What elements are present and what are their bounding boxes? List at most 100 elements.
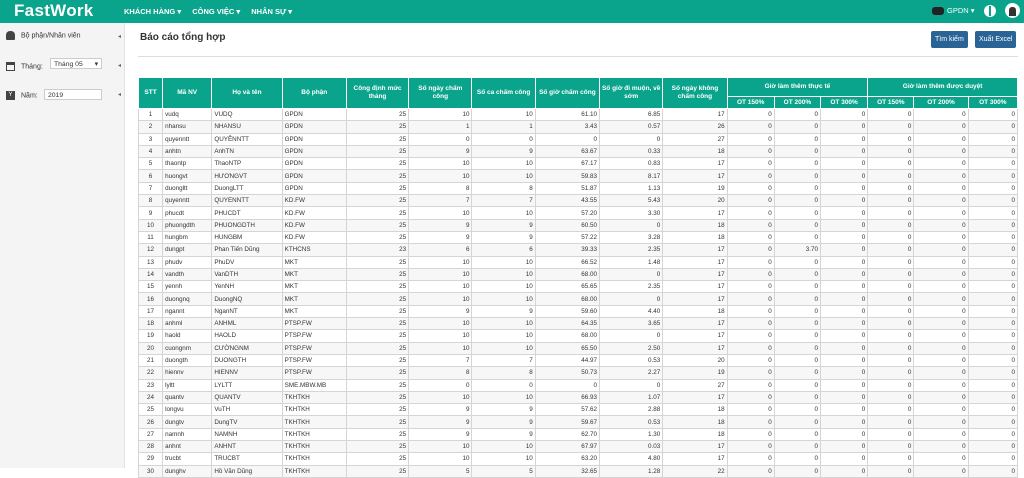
cell-ot300-actual: 0	[819, 341, 869, 355]
globe-icon[interactable]	[984, 5, 996, 17]
table-row[interactable]: 6 huongvt HƯƠNGVT GPDN 25 10 10 59.83 8.17 17 0 0 0 0…	[137, 169, 1019, 183]
collapse-handle-icon[interactable]: ◂	[118, 91, 123, 99]
table-row[interactable]: 8 quyenntt QUYENNTT KD.FW 25 7 7 43.55 5.43 20 0 0 0…	[137, 194, 1019, 208]
cell-late-early-hours: 0.83	[599, 157, 664, 171]
cell-ot150-approved: 0	[867, 415, 915, 429]
cell-employee-code: duongltt	[162, 181, 213, 196]
cell-ot150-actual: 0	[726, 353, 775, 368]
col-header-full-name[interactable]: Họ và tên	[211, 77, 283, 109]
col-header-ot300-actual[interactable]: OT 300%	[819, 96, 869, 109]
employee-filter[interactable]: Bộ phận/Nhân viên	[6, 31, 81, 40]
nav-hr[interactable]: NHÂN SỰ ▾	[251, 7, 292, 16]
table-row[interactable]: 21 duongth DUONGTH PTSP.FW 25 7 7 44.97 0.53 20 0 0…	[137, 353, 1019, 368]
app-logo[interactable]: FastWork	[14, 1, 94, 21]
cell-attendance-days: 10	[408, 255, 473, 269]
cell-standard-days: 25	[345, 366, 410, 380]
table-row[interactable]: 2 nhansu NHANSU GPDN 25 1 1 3.43 0.57 26 0 0 0 0 0 0	[137, 120, 1019, 134]
collapse-handle-icon[interactable]: ◂	[118, 62, 123, 70]
table-row[interactable]: 15 yennh YenNH MKT 25 10 10 65.65 2.35 17 0 0 0 0 0 0	[137, 280, 1019, 294]
table-row[interactable]: 23 lyltt LYLTT SME.MBW.MB 25 0 0 0 0 27 0 0 0 0 0 0	[137, 378, 1019, 392]
cell-attendance-days: 9	[408, 230, 473, 245]
cell-attendance-days: 10	[408, 206, 473, 220]
month-select[interactable]: Tháng 05 ▾	[50, 58, 102, 69]
cell-full-name: VUDQ	[211, 107, 283, 122]
col-header-attendance-days[interactable]: Số ngày chấm công	[408, 77, 473, 109]
cell-employee-code: dunghv	[162, 464, 213, 478]
search-button[interactable]: Tìm kiếm	[931, 31, 968, 48]
table-row[interactable]: 27 namnh NAMNH TKHTKH 25 9 9 62.70 1.30 18 0 0 0 0 0 0	[137, 427, 1019, 442]
cell-ot150-actual: 0	[726, 292, 775, 306]
cell-ot300-actual: 0	[819, 329, 869, 343]
cell-attendance-days: 9	[408, 415, 473, 429]
table-row[interactable]: 13 phudv PhuDV MKT 25 10 10 66.52 1.48 17 0 0 0 0 0 0	[137, 255, 1019, 269]
cell-attendance-hours: 59.83	[534, 169, 601, 183]
cell-ot300-approved: 0	[967, 304, 1019, 319]
table-row[interactable]: 4 anhtn AnhTN GPDN 25 9 9 63.67 0.33 18 0 0 0 0 0 0	[137, 144, 1019, 159]
collapse-handle-icon[interactable]: ◂	[118, 33, 123, 41]
col-header-ot200-approved[interactable]: OT 200%	[913, 96, 969, 109]
cell-ot150-approved: 0	[867, 329, 915, 343]
cell-attendance-hours: 44.97	[534, 353, 601, 368]
nav-tasks[interactable]: CÔNG VIỆC ▾	[192, 7, 240, 16]
table-row[interactable]: 26 dungtv DungTV TKHTKH 25 9 9 59.67 0.53 18 0 0 0 0 0…	[137, 415, 1019, 429]
table-row[interactable]: 16 duongnq DuongNQ MKT 25 10 10 68.00 0 17 0 0 0 0 0 0	[137, 292, 1019, 306]
table-row[interactable]: 17 ngannt NganNT MKT 25 9 9 59.60 4.40 18 0 0 0 0 0 0	[137, 304, 1019, 319]
nav-customers[interactable]: KHÁCH HÀNG ▾	[124, 7, 181, 16]
table-row[interactable]: 24 quantv QUANTV TKHTKH 25 10 10 66.93 1.07 17 0 0 0…	[137, 390, 1019, 405]
col-header-ot150-approved[interactable]: OT 150%	[867, 96, 915, 109]
table-row[interactable]: 18 anhml ANHML PTSP.FW 25 10 10 64.35 3.65 17 0 0 0 0…	[137, 317, 1019, 331]
cell-ot200-actual: 0	[773, 181, 822, 196]
cell-ot300-approved: 0	[967, 181, 1019, 196]
year-input[interactable]: 2019	[44, 89, 102, 100]
col-header-attendance-hours[interactable]: Số giờ chấm công	[534, 77, 601, 109]
export-excel-button[interactable]: Xuất Excel	[975, 31, 1017, 48]
col-header-ot200-actual[interactable]: OT 200%	[773, 96, 822, 109]
col-header-attendance-shifts[interactable]: Số ca chấm công	[471, 77, 536, 109]
col-header-employee-code[interactable]: Mã NV	[162, 77, 213, 109]
table-row[interactable]: 3 quyenntt QUYÊNNTT GPDN 25 0 0 0 0 27 0 0 0 0 0 0	[137, 132, 1019, 146]
table-row[interactable]: 9 phucdt PHUCDT KD.FW 25 10 10 57.20 3.30 17 0 0 0 0 0…	[137, 206, 1019, 220]
cell-ot200-actual: 0	[773, 390, 822, 405]
table-row[interactable]: 5 thaontp ThaoNTP GPDN 25 10 10 67.17 0.83 17 0 0 0 0…	[137, 157, 1019, 171]
user-name: GPDN ▾	[947, 6, 975, 15]
table-row[interactable]: 20 cuongnm CƯỜNGNM PTSP.FW 25 10 10 65.50 2.50 17…	[137, 341, 1019, 355]
table-row[interactable]: 12 dungpt Phan Tiến Dũng KTHCNS 23 6 6 39.33 2.3…	[137, 243, 1019, 257]
table-row[interactable]: 10 phuongdth PHUONGDTH KD.FW 25 9 9 60.50 0 18 0 0 0…	[137, 218, 1019, 232]
cell-attendance-hours: 66.93	[534, 390, 601, 405]
cell-ot200-actual: 0	[773, 292, 822, 306]
cell-ot200-approved: 0	[913, 280, 969, 294]
cell-ot150-actual: 0	[726, 120, 775, 134]
table-row[interactable]: 11 hungbm HUNGBM KD.FW 25 9 9 57.22 3.28 18 0 0 0 0 0 0	[137, 230, 1019, 245]
table-row[interactable]: 19 haold HAOLD PTSP.FW 25 10 10 68.00 0 17 0 0 0 0 0 0	[137, 329, 1019, 343]
cell-attendance-shifts: 10	[471, 267, 536, 282]
cell-ot300-approved: 0	[967, 144, 1019, 159]
cell-stt: 3	[137, 132, 164, 146]
cell-late-early-hours: 8.17	[599, 169, 664, 183]
table-row[interactable]: 28 anhnt ANHNT TKHTKH 25 10 10 67.97 0.03 17 0 0 0 0 0…	[137, 440, 1019, 454]
cell-ot300-actual: 0	[819, 415, 869, 429]
cell-standard-days: 25	[345, 107, 410, 122]
cell-employee-code: trucbt	[162, 452, 213, 466]
table-row[interactable]: 1 vudq VUDQ GPDN 25 10 10 61.10 6.85 17 0 0 0 0 0 0	[137, 107, 1019, 122]
cell-missing-days: 17	[662, 157, 728, 171]
table-row[interactable]: 7 duongltt DuongLTT GPDN 25 8 8 51.87 1.13 19 0 0 0 0…	[137, 181, 1019, 196]
col-header-stt[interactable]: STT	[137, 77, 164, 109]
avatar[interactable]	[1005, 3, 1020, 18]
table-row[interactable]: 14 vandth VanDTH MKT 25 10 10 68.00 0 17 0 0 0 0 0 0	[137, 267, 1019, 282]
cell-ot200-approved: 0	[913, 390, 969, 405]
table-row[interactable]: 22 hiennv HIENNV PTSP.FW 25 8 8 50.73 2.27 19 0 0 0 0…	[137, 366, 1019, 380]
col-header-ot300-approved[interactable]: OT 300%	[967, 96, 1019, 109]
table-row[interactable]: 29 trucbt TRUCBT TKHTKH 25 10 10 63.20 4.80 17 0 0 0…	[137, 452, 1019, 466]
col-header-late-early-hours[interactable]: Số giờ đi muộn, về sớm	[599, 77, 664, 109]
table-row[interactable]: 30 dunghv Hồ Văn Dũng TKHTKH 25 5 5 32.65 1.28 22…	[137, 464, 1019, 478]
cell-late-early-hours: 1.28	[599, 464, 664, 478]
user-menu[interactable]: GPDN ▾	[932, 6, 975, 16]
cell-ot300-actual: 0	[819, 169, 869, 183]
cell-attendance-hours: 68.00	[534, 267, 601, 282]
table-row[interactable]: 25 longvu VuTH TKHTKH 25 9 9 57.62 2.88 18 0 0 0 0 0 0	[137, 403, 1019, 417]
col-header-missing-days[interactable]: Số ngày không chấm công	[662, 77, 728, 109]
col-header-standard-days[interactable]: Công định mức tháng	[345, 77, 410, 109]
cell-ot150-actual: 0	[726, 157, 775, 171]
col-header-department[interactable]: Bộ phận	[281, 77, 347, 109]
col-header-ot150-actual[interactable]: OT 150%	[726, 96, 775, 109]
